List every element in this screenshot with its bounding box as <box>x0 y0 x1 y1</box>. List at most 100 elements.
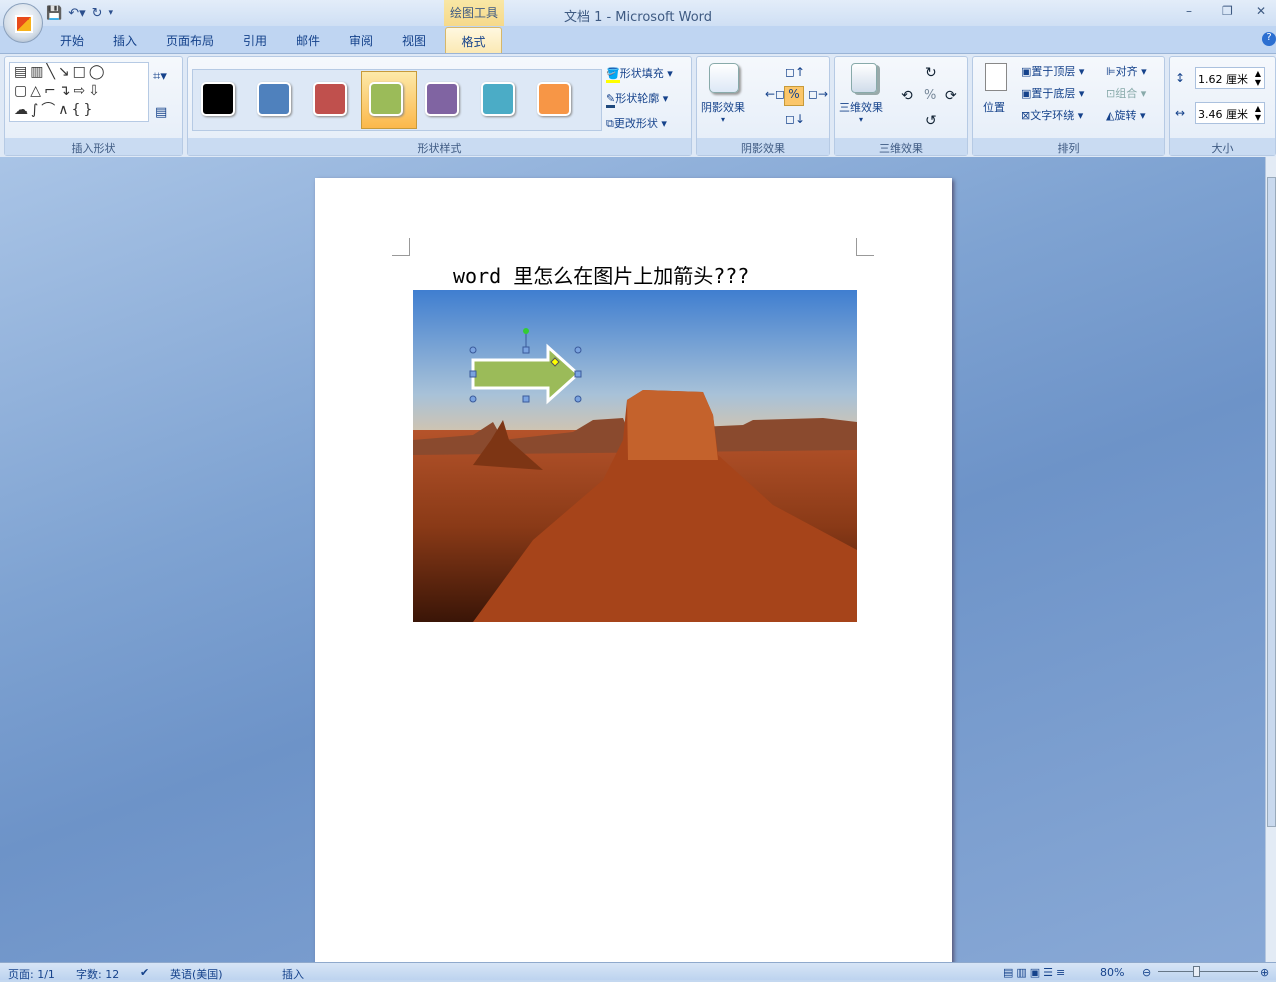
change-shape-icon: ⧉ <box>606 117 614 130</box>
shapes-gallery[interactable]: ▤▥╲↘□◯ ▢△⌐↴⇨⇩ ☁∫⌒∧{} <box>9 62 149 122</box>
redo-icon[interactable]: ↻ <box>92 6 103 21</box>
change-shape-button[interactable]: ⧉更改形状 ▾ <box>606 115 667 131</box>
edit-shape-icon[interactable]: ⌗▾ <box>153 69 167 84</box>
selected-arrow-shape[interactable] <box>466 326 586 406</box>
document-heading[interactable]: word 里怎么在图片上加箭头??? <box>453 260 749 289</box>
help-icon[interactable]: ? <box>1262 32 1276 46</box>
group-label: 阴影效果 <box>697 138 829 155</box>
arrow-icon <box>471 343 581 405</box>
shape-fill-button[interactable]: 🪣形状填充 ▾ <box>606 65 673 83</box>
tab-page-layout[interactable]: 页面布局 <box>166 32 214 49</box>
save-icon[interactable]: 💾 <box>46 6 62 21</box>
scroll-thumb[interactable] <box>1267 177 1276 827</box>
rotation-handle[interactable] <box>523 328 529 334</box>
pencil-icon: ✎ <box>606 92 616 108</box>
restore-button[interactable]: ❐ <box>1222 4 1233 18</box>
minimize-button[interactable]: – <box>1186 4 1192 18</box>
quick-access-toolbar: 💾 ↶▾ ↻ ▾ <box>46 3 113 23</box>
tilt-left-icon[interactable]: ⟲ <box>901 88 913 104</box>
undo-icon[interactable]: ↶▾ <box>68 6 85 21</box>
style-swatch[interactable] <box>425 82 459 116</box>
group-3d: 三维效果 ▾ ↻ ⟲ % ⟳ ↺ 三维效果 <box>834 56 968 156</box>
nudge-right-icon[interactable]: ◻→ <box>808 87 828 101</box>
zoom-in-icon[interactable]: ⊕ <box>1260 966 1269 979</box>
nudge-up-icon[interactable]: ◻↑ <box>785 65 805 79</box>
vertical-scrollbar[interactable] <box>1265 157 1276 962</box>
nudge-down-icon[interactable]: ◻↓ <box>785 112 805 126</box>
style-swatch[interactable] <box>257 82 291 116</box>
bring-to-front-button[interactable]: ▣置于顶层 ▾ <box>1021 63 1084 79</box>
zoom-slider[interactable] <box>1158 971 1258 972</box>
shadow-effects-button[interactable]: 阴影效果 <box>701 99 745 115</box>
status-bar: 页面: 1/1 字数: 12 ✔ 英语(美国) 插入 ▤▥▣☰≡ 80% ⊖ ⊕ <box>0 962 1276 981</box>
text-box-icon[interactable]: ▤ <box>155 105 167 120</box>
group-shadow: 阴影效果 ▾ ◻↑ ←◻ % ◻→ ◻↓ 阴影效果 <box>696 56 830 156</box>
title-bar: 文档 1 - Microsoft Word 绘图工具 – ❐ ✕ <box>0 0 1276 26</box>
width-icon: ↔ <box>1175 106 1186 120</box>
group-label: 大小 <box>1170 138 1275 155</box>
ribbon-tabs: 开始 插入 页面布局 引用 邮件 审阅 视图 格式 ? <box>0 26 1276 53</box>
send-back-icon: ▣ <box>1021 87 1032 100</box>
dropdown-icon: ▾ <box>721 115 726 124</box>
margin-corner <box>856 238 874 256</box>
3d-effects-icon[interactable] <box>851 63 877 93</box>
customize-icon[interactable]: ▾ <box>109 8 114 18</box>
paint-bucket-icon: 🪣 <box>606 67 620 83</box>
style-gallery <box>192 69 602 131</box>
tab-mailings[interactable]: 邮件 <box>296 32 320 49</box>
tab-references[interactable]: 引用 <box>243 32 267 49</box>
group-icon: ⊡ <box>1106 87 1116 100</box>
group-shape-styles: 🪣形状填充 ▾ ✎形状轮廓 ▾ ⧉更改形状 ▾ 形状样式 <box>187 56 692 156</box>
office-button[interactable] <box>3 3 43 43</box>
group-size: ↕ 1.62 厘米 ▲ ▼ ↔ 3.46 厘米 ▲ ▼ 大小 <box>1169 56 1276 156</box>
3d-toggle-icon[interactable]: % <box>924 88 936 103</box>
zoom-slider-thumb[interactable] <box>1193 966 1200 977</box>
position-button[interactable]: 位置 <box>983 99 1005 115</box>
rotate-button[interactable]: ◭旋转 ▾ <box>1106 107 1146 123</box>
group-label: 形状样式 <box>188 138 691 155</box>
height-icon: ↕ <box>1175 71 1186 85</box>
send-to-back-button[interactable]: ▣置于底层 ▾ <box>1021 85 1084 101</box>
spellcheck-icon[interactable]: ✔ <box>140 966 149 979</box>
bring-front-icon: ▣ <box>1021 65 1032 78</box>
zoom-level[interactable]: 80% <box>1100 966 1124 979</box>
group-label: 排列 <box>973 138 1164 155</box>
group-arrange: 位置 ▣置于顶层 ▾ ▣置于底层 ▾ ⊠文字环绕 ▾ ⊫对齐 ▾ ⊡组合 ▾ ◭… <box>972 56 1165 156</box>
style-swatch[interactable] <box>313 82 347 116</box>
ribbon: ▤▥╲↘□◯ ▢△⌐↴⇨⇩ ☁∫⌒∧{} ⌗▾ ▤ 插入形状 🪣形状填充 ▾ ✎形状… <box>0 53 1276 157</box>
zoom-out-icon[interactable]: ⊖ <box>1142 966 1151 979</box>
3d-effects-button[interactable]: 三维效果 <box>839 99 883 115</box>
tilt-down-icon[interactable]: ↺ <box>925 113 937 129</box>
tab-insert[interactable]: 插入 <box>113 32 137 49</box>
contextual-tab-label: 绘图工具 <box>444 0 504 26</box>
dropdown-icon: ▾ <box>859 115 864 124</box>
align-button[interactable]: ⊫对齐 ▾ <box>1106 63 1147 79</box>
tab-review[interactable]: 审阅 <box>349 32 373 49</box>
margin-corner <box>392 238 410 256</box>
view-buttons[interactable]: ▤▥▣☰≡ <box>1003 966 1068 979</box>
group-insert-shapes: ▤▥╲↘□◯ ▢△⌐↴⇨⇩ ☁∫⌒∧{} ⌗▾ ▤ 插入形状 <box>4 56 183 156</box>
shadow-toggle-icon[interactable]: % <box>784 86 804 106</box>
tab-home[interactable]: 开始 <box>60 32 84 49</box>
height-input[interactable]: 1.62 厘米 ▲ ▼ <box>1195 67 1265 89</box>
text-wrap-button[interactable]: ⊠文字环绕 ▾ <box>1021 107 1083 123</box>
style-swatch[interactable] <box>201 82 235 116</box>
style-swatch[interactable] <box>369 82 403 116</box>
shadow-effects-icon[interactable] <box>709 63 739 93</box>
office-logo-icon <box>15 15 33 33</box>
group-button[interactable]: ⊡组合 ▾ <box>1106 85 1146 101</box>
width-input[interactable]: 3.46 厘米 ▲ ▼ <box>1195 102 1265 124</box>
window-title: 文档 1 - Microsoft Word <box>563 10 713 25</box>
style-swatch[interactable] <box>481 82 515 116</box>
style-swatch[interactable] <box>537 82 571 116</box>
tab-view[interactable]: 视图 <box>402 32 426 49</box>
group-label: 三维效果 <box>835 138 967 155</box>
position-icon[interactable] <box>985 63 1007 91</box>
tilt-up-icon[interactable]: ↻ <box>925 65 937 81</box>
nudge-left-icon[interactable]: ←◻ <box>765 87 785 101</box>
shape-outline-button[interactable]: ✎形状轮廓 ▾ <box>606 90 668 108</box>
tab-format[interactable]: 格式 <box>445 27 502 53</box>
tilt-right-icon[interactable]: ⟳ <box>945 88 957 104</box>
close-button[interactable]: ✕ <box>1256 4 1266 18</box>
group-label: 插入形状 <box>5 138 182 155</box>
